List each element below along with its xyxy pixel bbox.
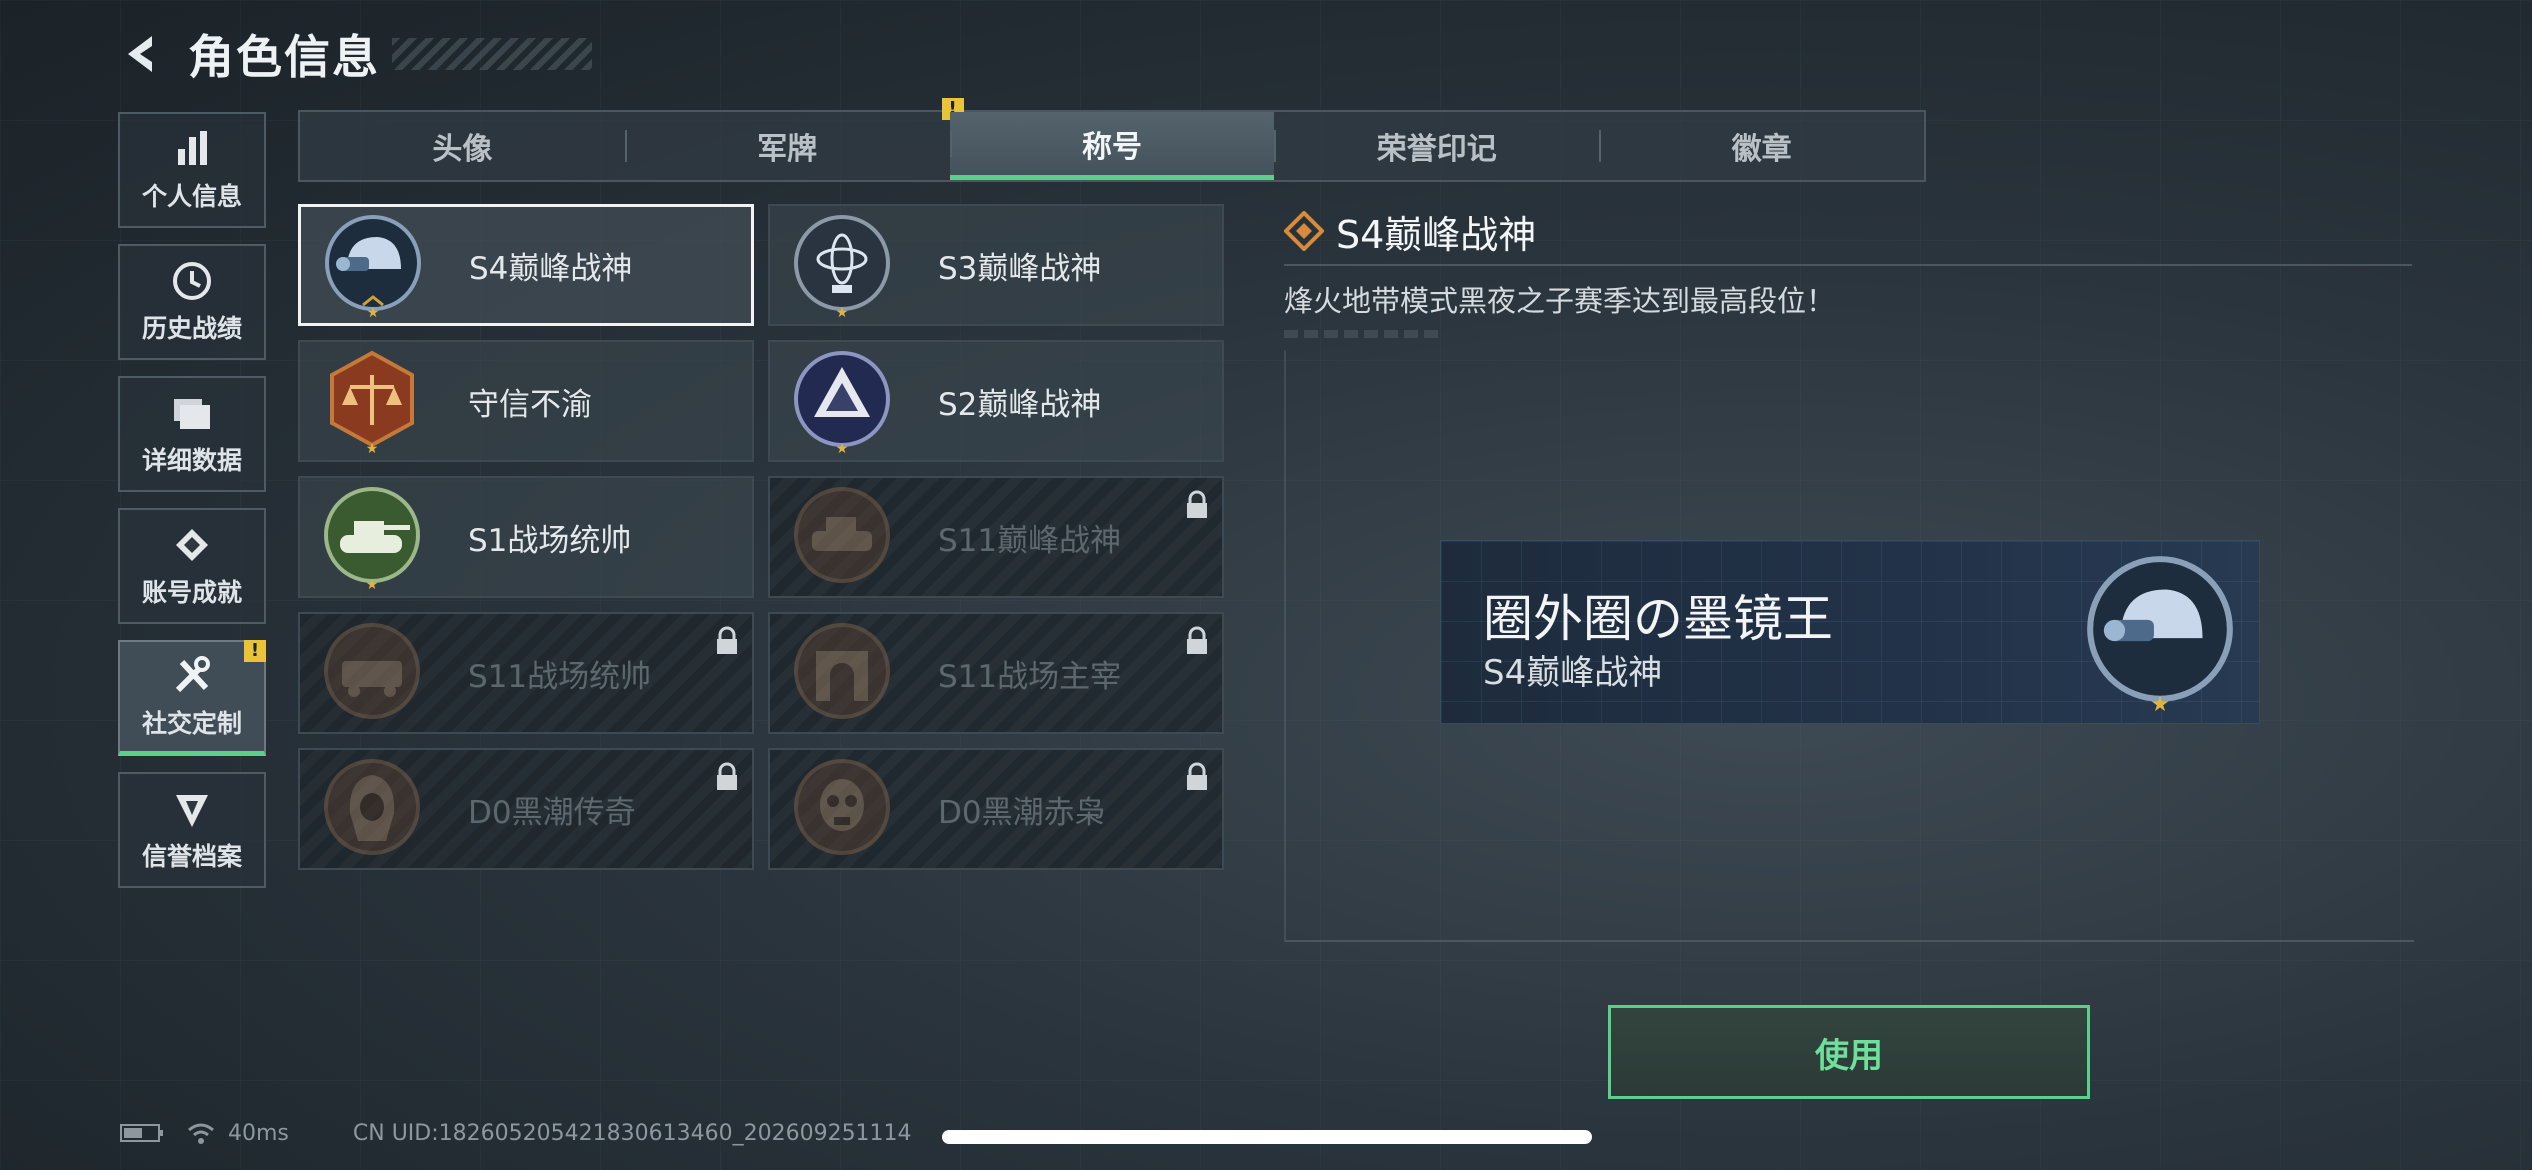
sidebar-item-label: 信誉档案 xyxy=(141,842,242,871)
title-detail: S4巅峰战神 烽火地带模式黑夜之子赛季达到最高段位！ xyxy=(1284,204,2412,338)
title-decoration xyxy=(392,38,592,70)
title-card[interactable]: D0黑潮传奇 xyxy=(298,748,754,870)
sidebar-item-achievements[interactable]: 账号成就 xyxy=(118,508,266,624)
helmet-emblem-icon: ★ xyxy=(2087,556,2233,717)
title-card[interactable]: ★ S3巅峰战神 xyxy=(768,204,1224,326)
title-card-label: S1战场统帅 xyxy=(468,522,632,559)
detail-description: 烽火地带模式黑夜之子赛季达到最高段位！ xyxy=(1284,284,1836,318)
triangle-emblem-icon: ★ xyxy=(794,351,890,457)
page-title: 角色信息 xyxy=(188,30,380,84)
lock-icon xyxy=(717,626,737,654)
sidebar-item-social-custom[interactable]: ! 社交定制 xyxy=(118,640,266,756)
tab-label: 头像 xyxy=(432,132,493,167)
title-card[interactable]: ★ S2巅峰战神 xyxy=(768,340,1224,462)
tab-dogtag[interactable]: ! 军牌 xyxy=(624,98,964,180)
warning-badge: ! xyxy=(244,640,266,662)
lock-icon xyxy=(717,762,737,790)
svg-text:★: ★ xyxy=(366,441,379,457)
sidebar-item-history[interactable]: 历史战绩 xyxy=(118,244,266,360)
scales-emblem-icon: ★ xyxy=(330,350,414,457)
title-card[interactable]: D0黑潮赤枭 xyxy=(768,748,1224,870)
gyroscope-emblem-icon: ★ xyxy=(794,215,890,321)
status-footer: 40ms CN UID:1826052054218306134​60_20260… xyxy=(120,1120,912,1146)
sidebar-item-detailed-data[interactable]: 详细数据 xyxy=(118,376,266,492)
apc-emblem-icon xyxy=(324,623,420,719)
tab-avatar[interactable]: 头像 xyxy=(300,112,625,180)
sidebar: 个人信息 历史战绩 详细数据 账号成就 ! 社交定制 信誉档案 xyxy=(118,112,266,904)
lock-icon xyxy=(1187,762,1207,790)
sidebar-item-label: 详细数据 xyxy=(141,446,242,475)
description-decoration xyxy=(1284,330,1444,338)
uid-text: CN UID:1826052054218306134​60_2026092511… xyxy=(352,1120,912,1146)
title-card[interactable]: ★ 守信不渝 xyxy=(298,340,754,462)
page-header: 角色信息 xyxy=(118,22,592,86)
tab-label: 徽章 xyxy=(1731,132,1792,167)
tab-bar: 头像 ! 军牌 称号 荣誉印记 徽章 xyxy=(298,98,1926,182)
nameplate-title: S4巅峰战神 xyxy=(1483,653,1663,693)
sidebar-item-label: 社交定制 xyxy=(141,708,242,738)
sidebar-item-label: 账号成就 xyxy=(141,578,242,607)
title-card[interactable]: S11巅峰战神 xyxy=(768,476,1224,598)
diamond-icon xyxy=(1284,211,1324,251)
tab-honor-marks[interactable]: 荣誉印记 xyxy=(1274,112,1599,180)
tab-label: 荣誉印记 xyxy=(1376,132,1497,167)
shield-icon xyxy=(176,795,208,827)
detail-title-row: S4巅峰战神 xyxy=(1284,204,2412,266)
tab-label: 军牌 xyxy=(757,132,818,167)
svg-text:★: ★ xyxy=(367,305,380,321)
tools-icon xyxy=(175,655,210,692)
title-card[interactable]: S11战场主宰 xyxy=(768,612,1224,734)
detail-title: S4巅峰战神 xyxy=(1336,212,1537,257)
tab-titles[interactable]: 称号 xyxy=(949,112,1275,180)
title-card-label: S11战场统帅 xyxy=(468,658,652,695)
svg-text:★: ★ xyxy=(2150,692,2169,717)
svg-text:★: ★ xyxy=(366,577,379,593)
sidebar-item-reputation[interactable]: 信誉档案 xyxy=(118,772,266,888)
battery-icon xyxy=(120,1124,163,1142)
tank-emblem-icon: ★ xyxy=(324,487,420,593)
nameplate-preview: 圈外圈の墨镜王 S4巅峰战神 ★ xyxy=(1440,540,2260,724)
folders-icon xyxy=(174,399,210,429)
title-card-label: S4巅峰战神 xyxy=(469,250,633,287)
sidebar-item-personal-info[interactable]: 个人信息 xyxy=(118,112,266,228)
sidebar-item-label: 个人信息 xyxy=(141,182,242,211)
back-arrow-icon[interactable] xyxy=(118,30,166,78)
home-indicator[interactable] xyxy=(942,1130,1592,1144)
lock-icon xyxy=(1187,490,1207,518)
title-card-label: S3巅峰战神 xyxy=(938,250,1102,287)
wifi-icon xyxy=(188,1123,214,1144)
medal-icon xyxy=(176,529,208,561)
vehicle-emblem-icon xyxy=(794,487,890,583)
tab-badges[interactable]: 徽章 xyxy=(1599,112,1924,180)
clock-icon xyxy=(173,262,211,300)
nameplate-player-name: 圈外圈の墨镜王 xyxy=(1483,590,1833,648)
title-card-label: 守信不渝 xyxy=(468,386,592,423)
bar-chart-icon xyxy=(178,131,207,165)
sidebar-item-label: 历史战绩 xyxy=(141,314,242,343)
arch-emblem-icon xyxy=(794,623,890,719)
title-card-label: D0黑潮赤枭 xyxy=(938,794,1106,831)
title-card-label: S11巅峰战神 xyxy=(938,522,1122,559)
svg-text:★: ★ xyxy=(836,441,849,457)
title-card-label: S11战场主宰 xyxy=(938,658,1122,695)
helmet-emblem-icon: ★ xyxy=(325,215,421,321)
title-card[interactable]: ★ S1战场统帅 xyxy=(298,476,754,598)
use-button[interactable]: 使用 xyxy=(1608,1005,2090,1099)
svg-text:★: ★ xyxy=(836,305,849,321)
hooded-figure-emblem-icon xyxy=(324,759,420,855)
tab-label: 称号 xyxy=(1081,129,1142,165)
skull-mask-emblem-icon xyxy=(794,759,890,855)
ping-value: 40ms xyxy=(228,1120,289,1146)
title-card-label: S2巅峰战神 xyxy=(938,386,1102,423)
title-card-label: D0黑潮传奇 xyxy=(468,794,636,831)
title-card[interactable]: S11战场统帅 xyxy=(298,612,754,734)
title-card[interactable]: ★ S4巅峰战神 xyxy=(298,204,754,326)
lock-icon xyxy=(1187,626,1207,654)
